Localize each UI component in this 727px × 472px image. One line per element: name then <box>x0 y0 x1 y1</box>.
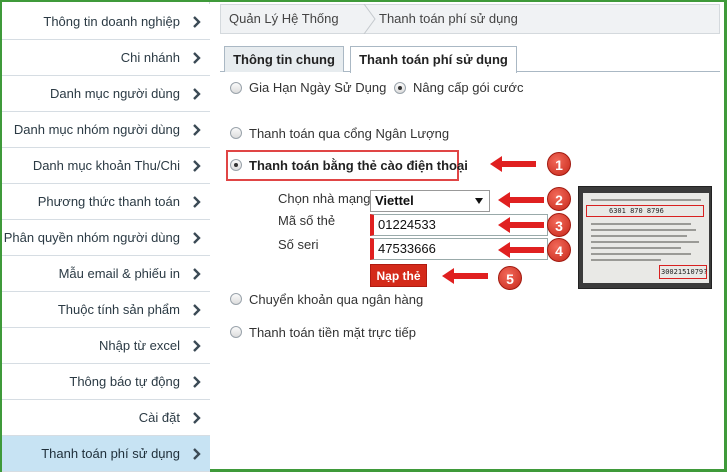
arrow-left-icon <box>442 268 488 284</box>
step-badge-4: 4 <box>547 238 571 262</box>
network-select[interactable]: Viettel <box>370 190 490 212</box>
option-cash-label: Thanh toán tiền mặt trực tiếp <box>249 325 416 340</box>
card-line <box>591 235 687 237</box>
card-paper: 6301 870 8796 3002151079? <box>583 193 709 283</box>
sidebar: Thông tin doanh nghiệp Chi nhánh Danh mục … <box>2 2 210 472</box>
chevron-right-icon <box>193 123 201 136</box>
sidebar-item[interactable]: Danh mục nhóm người dùng <box>2 112 210 148</box>
sidebar-item[interactable]: Danh mục khoản Thu/Chi <box>2 148 210 184</box>
chevron-right-icon <box>193 51 201 64</box>
network-label: Chọn nhà mạng <box>278 191 371 206</box>
sidebar-item-label: Thông báo tự động <box>69 374 180 389</box>
radio-bank[interactable] <box>230 293 242 305</box>
sidebar-item-label: Thanh toán phí sử dụng <box>41 446 180 461</box>
sidebar-item[interactable]: Thông tin doanh nghiệp <box>2 4 210 40</box>
breadcrumb: Quản Lý Hệ Thống Thanh toán phí sử dụng <box>220 4 720 34</box>
chevron-right-icon <box>193 375 201 388</box>
tab-general-info[interactable]: Thông tin chung <box>224 46 344 72</box>
option-bank-label: Chuyển khoản qua ngân hàng <box>249 292 424 307</box>
topup-button[interactable]: Nạp thẻ <box>370 264 427 287</box>
card-line <box>591 253 691 255</box>
card-line <box>591 229 696 231</box>
sidebar-item-label: Nhập từ excel <box>99 338 180 353</box>
option-nganluong-label: Thanh toán qua cổng Ngân Lượng <box>249 126 450 141</box>
breadcrumb-home[interactable]: Quản Lý Hệ Thống <box>229 5 339 33</box>
card-line <box>591 247 681 249</box>
sidebar-item[interactable]: Chi nhánh <box>2 40 210 76</box>
arrow-left-icon <box>498 192 544 208</box>
tab-bar: Thông tin chung Thanh toán phí sử dụng <box>220 46 720 73</box>
radio-phonecard[interactable] <box>230 159 242 171</box>
chevron-right-icon <box>193 447 201 460</box>
option-phonecard-label: Thanh toán bằng thẻ cào điện thoại <box>249 158 468 173</box>
chevron-right-icon <box>193 195 201 208</box>
option-extend-label: Gia Hạn Ngày Sử Dụng <box>249 80 387 95</box>
tab-usage-payment[interactable]: Thanh toán phí sử dụng <box>350 46 517 73</box>
radio-upgrade[interactable] <box>394 82 406 94</box>
sidebar-item[interactable]: Thanh toán phí sử dụng <box>2 436 210 472</box>
sidebar-item-label: Cài đặt <box>138 410 180 425</box>
sidebar-item[interactable]: Thông báo tự động <box>2 364 210 400</box>
chevron-down-icon <box>475 198 483 204</box>
sidebar-item[interactable]: Nhập từ excel <box>2 328 210 364</box>
sidebar-item-label: Danh mục người dùng <box>50 86 180 101</box>
sidebar-item-label: Chi nhánh <box>120 50 180 65</box>
chevron-right-icon <box>193 159 201 172</box>
chevron-right-icon <box>193 339 201 352</box>
chevron-right-icon <box>193 303 201 316</box>
step-badge-2: 2 <box>547 187 571 211</box>
phone-card-image: 6301 870 8796 3002151079? <box>578 186 712 289</box>
sidebar-item-label: Danh mục nhóm người dùng <box>13 122 180 137</box>
sidebar-item-label: Thông tin doanh nghiệp <box>43 14 180 29</box>
sidebar-item[interactable]: Phân quyền nhóm người dùng <box>2 220 210 256</box>
chevron-right-icon <box>193 15 201 28</box>
radio-nganluong[interactable] <box>230 127 242 139</box>
sidebar-item-label: Thuộc tính sản phẩm <box>57 302 180 317</box>
sidebar-item[interactable]: Danh mục người dùng <box>2 76 210 112</box>
sidebar-item[interactable]: Mẫu email & phiếu in <box>2 256 210 292</box>
breadcrumb-separator-icon <box>363 4 376 34</box>
arrow-left-icon <box>498 242 544 258</box>
radio-extend[interactable] <box>230 82 242 94</box>
chevron-right-icon <box>193 231 201 244</box>
network-select-value: Viettel <box>375 193 414 208</box>
arrow-left-icon <box>490 156 536 172</box>
radio-cash[interactable] <box>230 326 242 338</box>
sidebar-item[interactable]: Thuộc tính sản phẩm <box>2 292 210 328</box>
sidebar-item[interactable]: Phương thức thanh toán <box>2 184 210 220</box>
card-number-label: Mã số thẻ <box>278 213 336 228</box>
step-badge-1: 1 <box>547 152 571 176</box>
sidebar-item[interactable]: Cài đặt <box>2 400 210 436</box>
step-badge-3: 3 <box>547 213 571 237</box>
chevron-right-icon <box>193 267 201 280</box>
card-code-text: 6301 870 8796 <box>609 207 664 215</box>
card-serial-text: 3002151079? <box>661 268 708 276</box>
card-line <box>591 259 661 261</box>
sidebar-item-label: Phân quyền nhóm người dùng <box>3 230 180 245</box>
arrow-left-icon <box>498 217 544 233</box>
step-badge-5: 5 <box>498 266 522 290</box>
chevron-right-icon <box>193 411 201 424</box>
card-line <box>591 199 701 201</box>
main-content: Quản Lý Hệ Thống Thanh toán phí sử dụng … <box>220 2 724 468</box>
chevron-right-icon <box>193 87 201 100</box>
card-line <box>591 241 699 243</box>
serial-label: Số seri <box>278 237 319 252</box>
breadcrumb-current: Thanh toán phí sử dụng <box>379 11 518 26</box>
card-line <box>591 223 691 225</box>
option-upgrade-label: Nâng cấp gói cước <box>413 80 524 95</box>
sidebar-item-label: Danh mục khoản Thu/Chi <box>32 158 180 173</box>
sidebar-item-label: Phương thức thanh toán <box>37 194 180 209</box>
sidebar-item-label: Mẫu email & phiếu in <box>58 266 180 281</box>
